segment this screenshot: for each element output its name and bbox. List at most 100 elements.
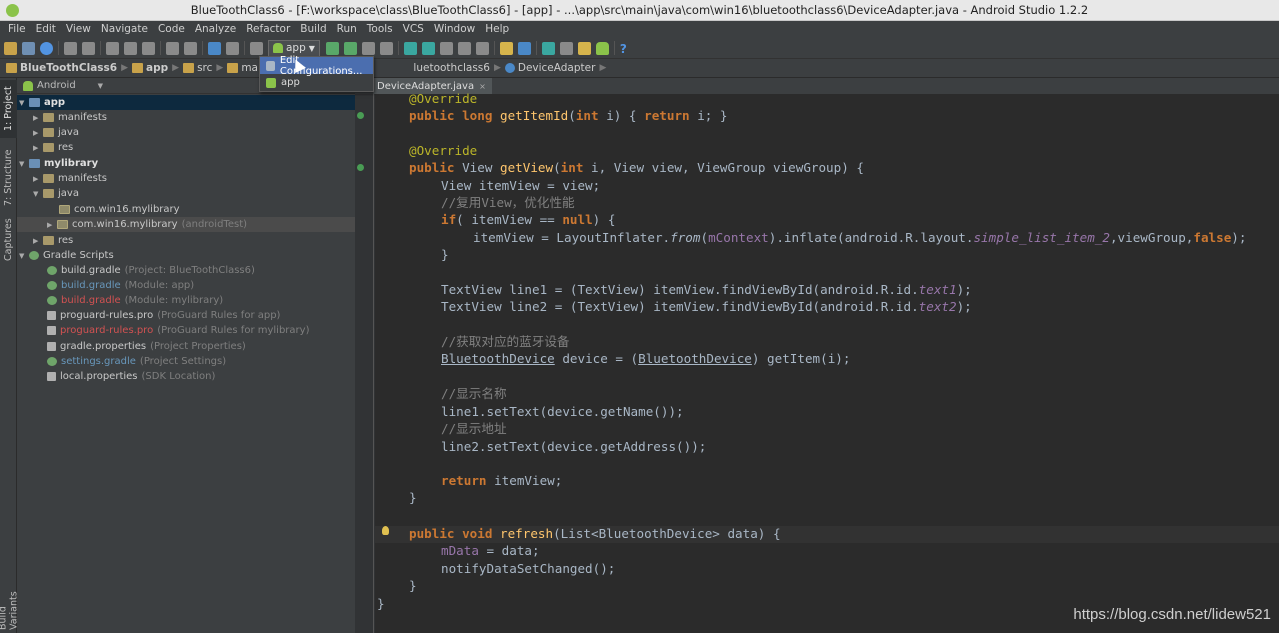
breadcrumb-module[interactable]: app ▶ (132, 62, 179, 74)
menu-run[interactable]: Run (332, 21, 362, 38)
menu-analyze[interactable]: Analyze (190, 21, 241, 38)
menu-build[interactable]: Build (295, 21, 331, 38)
tree-item-gradle-properties[interactable]: gradle.properties (Project Properties) (17, 339, 355, 354)
tree-item-java[interactable]: ▼ java (17, 186, 355, 201)
menu-code[interactable]: Code (153, 21, 190, 38)
menu-tools[interactable]: Tools (362, 21, 398, 38)
vcs-commit-icon[interactable] (421, 41, 435, 55)
code-editor[interactable]: DeviceAdapter.java × @Override public lo… (355, 78, 1279, 633)
collapse-icon[interactable]: ▶ (33, 114, 43, 122)
back-icon[interactable] (208, 41, 221, 55)
undo-icon[interactable] (64, 41, 77, 55)
override-marker-icon[interactable] (357, 164, 364, 171)
menu-view[interactable]: View (61, 21, 96, 38)
gradle-sync-icon[interactable] (541, 41, 555, 55)
cut-icon[interactable] (106, 41, 119, 55)
tab-structure[interactable]: 7: Structure (0, 146, 17, 210)
settings-icon[interactable] (499, 41, 513, 55)
tree-item-res[interactable]: ▶ res (17, 233, 355, 248)
expand-icon[interactable]: ▼ (33, 190, 43, 198)
tree-item-proguard[interactable]: proguard-rules.pro (ProGuard Rules for my… (17, 323, 355, 338)
run-config-app-item[interactable]: app (260, 74, 373, 91)
tree-item-build-gradle[interactable]: build.gradle (Module: app) (17, 278, 355, 293)
tree-item-mylibrary[interactable]: ▼ mylibrary (17, 156, 355, 171)
tree-item-proguard[interactable]: proguard-rules.pro (ProGuard Rules for ap… (17, 308, 355, 323)
code-line: itemView = LayoutInflater.from(mContext)… (473, 230, 1247, 245)
tree-item-manifests[interactable]: ▶ manifests (17, 110, 355, 125)
help-icon[interactable]: ? (620, 42, 627, 56)
window-title: BlueToothClass6 - [F:\workspace\class\Bl… (190, 3, 1089, 17)
expand-icon[interactable]: ▼ (19, 160, 29, 168)
breadcrumb-class[interactable]: DeviceAdapter ▶ (504, 62, 606, 74)
expand-icon[interactable]: ▼ (19, 252, 29, 260)
collapse-icon[interactable]: ▶ (33, 144, 43, 152)
collapse-icon[interactable]: ▶ (47, 221, 57, 229)
tree-item-res[interactable]: ▶ res (17, 140, 355, 155)
menu-file[interactable]: File (3, 21, 31, 38)
menu-help[interactable]: Help (480, 21, 514, 38)
collapse-icon[interactable]: ▶ (33, 237, 43, 245)
paste-icon[interactable] (142, 41, 155, 55)
tree-item-local-properties[interactable]: local.properties (SDK Location) (17, 369, 355, 384)
toolbar-divider (397, 41, 399, 55)
forward-icon[interactable] (226, 41, 239, 55)
properties-icon (47, 372, 56, 381)
tab-captures[interactable]: Captures (0, 216, 17, 264)
project-structure-icon[interactable] (517, 41, 531, 55)
run-config-dropdown: Edit Configurations... app (259, 55, 374, 92)
attach-debugger-icon[interactable] (361, 41, 375, 55)
menu-navigate[interactable]: Navigate (96, 21, 153, 38)
breadcrumb-src[interactable]: src ▶ (183, 62, 223, 74)
tree-item-build-gradle[interactable]: build.gradle (Project: BlueToothClass6) (17, 263, 355, 278)
menu-edit[interactable]: Edit (31, 21, 61, 38)
tab-project[interactable]: 1: Project (0, 80, 17, 138)
replace-icon[interactable] (184, 41, 197, 55)
tree-item-build-gradle[interactable]: build.gradle (Module: mylibrary) (17, 293, 355, 308)
code-line: } (409, 490, 417, 505)
menu-window[interactable]: Window (429, 21, 480, 38)
tree-item-java[interactable]: ▶ java (17, 125, 355, 140)
copy-icon[interactable] (124, 41, 137, 55)
save-icon[interactable] (22, 41, 35, 55)
edit-configurations-item[interactable]: Edit Configurations... (260, 55, 373, 77)
tab-build-variants[interactable]: Build Variants (0, 568, 20, 630)
tree-item-package[interactable]: com.win16.mylibrary (17, 202, 355, 217)
debug-icon[interactable] (343, 41, 357, 55)
close-icon[interactable]: × (479, 82, 486, 91)
lightbulb-icon[interactable] (382, 526, 389, 535)
code-line: } (441, 247, 449, 262)
avd-manager-icon[interactable] (559, 41, 573, 55)
expand-icon[interactable]: ▼ (19, 99, 29, 107)
override-marker-icon[interactable] (357, 112, 364, 119)
vcs-compare-icon[interactable] (439, 41, 453, 55)
folder-icon (227, 63, 239, 73)
tree-item-app[interactable]: ▼ app (17, 95, 355, 110)
vcs-update-icon[interactable] (403, 41, 417, 55)
open-folder-icon[interactable] (4, 41, 17, 55)
tree-item-settings-gradle[interactable]: settings.gradle (Project Settings) (17, 354, 355, 369)
android-device-monitor-icon[interactable] (595, 41, 609, 55)
stop-icon[interactable] (379, 41, 393, 55)
breadcrumb-project[interactable]: BlueToothClass6 ▶ (6, 62, 128, 74)
tree-item-package-test[interactable]: ▶ com.win16.mylibrary (androidTest) (17, 217, 355, 232)
main-toolbar: app ▼ ? (0, 38, 1279, 59)
run-icon[interactable] (325, 41, 339, 55)
vcs-history-icon[interactable] (457, 41, 471, 55)
toolbar-divider (244, 41, 245, 55)
title-bar: BlueToothClass6 - [F:\workspace\class\Bl… (0, 0, 1279, 21)
sdk-manager-icon[interactable] (577, 41, 591, 55)
tree-item-gradle-scripts[interactable]: ▼ Gradle Scripts (17, 248, 355, 263)
find-icon[interactable] (166, 41, 179, 55)
folder-icon (43, 236, 54, 245)
redo-icon[interactable] (82, 41, 95, 55)
collapse-icon[interactable]: ▶ (33, 129, 43, 137)
breadcrumb-package[interactable]: luetoothclass6 ▶ (413, 62, 500, 74)
make-project-icon[interactable] (250, 41, 263, 55)
menu-refactor[interactable]: Refactor (241, 21, 295, 38)
collapse-icon[interactable]: ▶ (33, 175, 43, 183)
tree-item-manifests[interactable]: ▶ manifests (17, 171, 355, 186)
code-line: @Override (409, 91, 478, 106)
sync-icon[interactable] (40, 41, 53, 55)
vcs-revert-icon[interactable] (475, 41, 489, 55)
menu-vcs[interactable]: VCS (398, 21, 429, 38)
